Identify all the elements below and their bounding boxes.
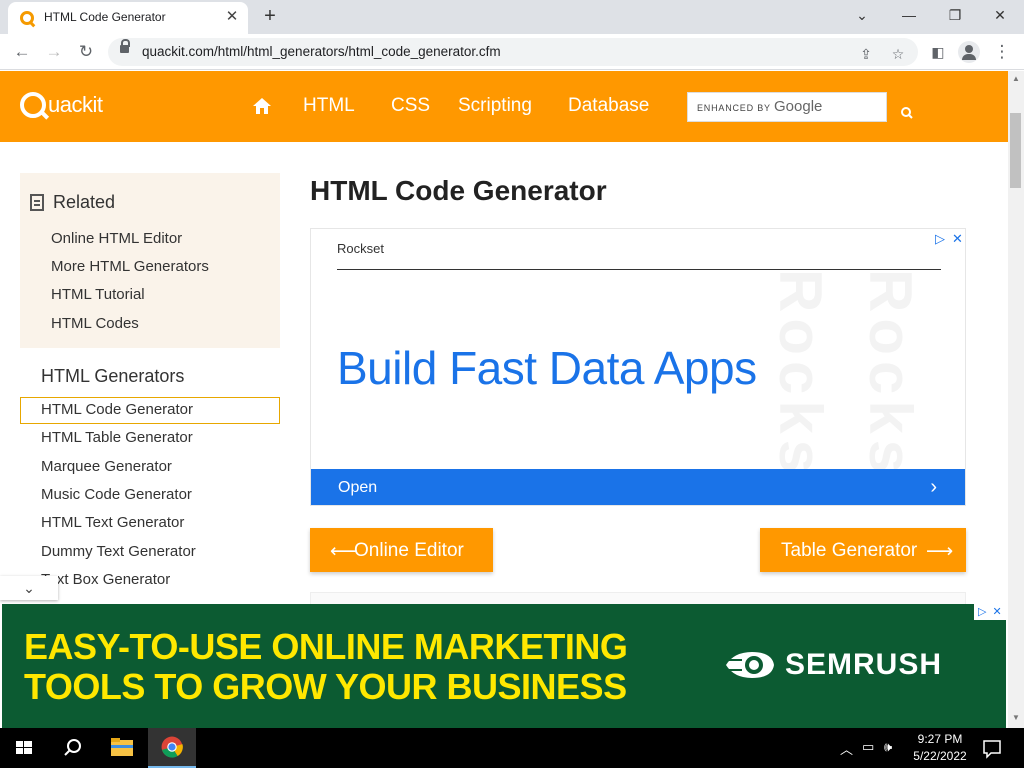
tab-search-button[interactable]: ⌄ (840, 4, 884, 26)
notification-icon[interactable] (978, 736, 1006, 760)
nav-database[interactable]: Database (568, 95, 649, 117)
generators-heading: HTML Generators (41, 366, 185, 386)
chrome-taskbar-icon[interactable] (148, 728, 196, 768)
related-link[interactable]: More HTML Generators (51, 258, 209, 275)
url-text[interactable]: quackit.com/html/html_generators/html_co… (142, 44, 501, 59)
nav-html[interactable]: HTML (303, 95, 355, 117)
logo-text: uackit (48, 92, 103, 117)
google-search-input[interactable]: ENHANCED BY Google (687, 92, 887, 122)
prev-page-button[interactable]: ⟵ Online Editor (310, 528, 493, 572)
related-box: Related Online HTML Editor More HTML Gen… (20, 173, 280, 348)
forward-arrow-icon[interactable]: → (42, 40, 66, 64)
generator-link[interactable]: Text Box Generator (41, 571, 170, 588)
clock-date: 5/22/2022 (913, 749, 967, 763)
side-panel-icon[interactable]: ◧ (926, 40, 950, 64)
adchoices-close-icon[interactable]: ▷ ✕ (974, 604, 1006, 620)
related-heading: Related (53, 192, 116, 212)
ad-open-button[interactable]: Open › (311, 469, 965, 505)
restore-button[interactable]: ❐ (933, 4, 977, 26)
content-panel-top (310, 592, 966, 604)
scroll-thumb[interactable] (1010, 113, 1021, 188)
ad-close-icon[interactable]: ✕ (952, 231, 963, 247)
nav-scripting[interactable]: Scripting (458, 95, 532, 117)
site-header: uackit HTML CSS Scripting Database ENHAN… (0, 71, 1008, 142)
semrush-ad[interactable]: EASY-TO-USE ONLINE MARKETING TOOLS TO GR… (2, 604, 1006, 728)
nav-css[interactable]: CSS (391, 95, 430, 117)
menu-dots-icon[interactable]: ⋮ (990, 40, 1014, 64)
screen: HTML Code Generator ✕ + ⌄ — ❐ ✕ ← → ↻ qu… (0, 0, 1024, 768)
arrow-right-icon: ⟶ (926, 541, 954, 562)
semrush-flame-icon (724, 652, 774, 678)
new-tab-button[interactable]: + (258, 5, 282, 29)
clock-time: 9:27 PM (917, 732, 963, 746)
related-link[interactable]: HTML Tutorial (51, 286, 145, 303)
next-button-label: Table Generator (781, 540, 918, 561)
tab-close-icon[interactable]: ✕ (224, 9, 240, 25)
search-icon[interactable] (48, 728, 96, 768)
ad-line-1: EASY-TO-USE ONLINE MARKETING (24, 626, 628, 667)
file-explorer-icon[interactable] (98, 728, 146, 768)
windows-taskbar: ︿ ▭ 🕪 9:27 PM 5/22/2022 (0, 728, 1024, 768)
generator-link[interactable]: Music Code Generator (41, 486, 192, 503)
ad-divider (337, 269, 941, 270)
google-wordmark: Google (774, 98, 823, 115)
chevron-right-icon: › (930, 476, 937, 498)
chevron-down-icon[interactable]: ⌄ (0, 576, 58, 600)
ad-headline[interactable]: Build Fast Data Apps (337, 341, 757, 395)
scroll-down-arrow-icon[interactable]: ▼ (1008, 712, 1024, 724)
quackit-favicon-icon (20, 11, 34, 25)
reload-icon[interactable]: ↻ (74, 40, 98, 64)
share-icon[interactable]: ⇪ (856, 44, 876, 64)
address-bar[interactable]: quackit.com/html/html_generators/html_co… (108, 38, 918, 66)
ad-open-label: Open (338, 479, 378, 496)
ad-brand: SEMRUSH (785, 648, 943, 681)
home-icon[interactable] (252, 96, 272, 116)
back-arrow-icon[interactable]: ← (10, 40, 34, 64)
page-scrollbar[interactable]: ▲ ▼ (1008, 71, 1024, 728)
generator-link-active[interactable]: HTML Code Generator (41, 401, 193, 418)
related-link[interactable]: HTML Codes (51, 315, 139, 332)
generator-link[interactable]: HTML Text Generator (41, 514, 184, 531)
network-icon[interactable]: ▭ (862, 739, 874, 755)
prev-button-label: Online Editor (354, 540, 464, 561)
page-title: HTML Code Generator (310, 175, 607, 206)
lock-icon (120, 39, 130, 53)
adchoices-icon[interactable]: ▷ (935, 231, 945, 247)
related-link[interactable]: Online HTML Editor (51, 230, 182, 247)
generator-link[interactable]: Marquee Generator (41, 458, 172, 475)
volume-icon[interactable]: 🕪 (884, 739, 892, 755)
minimize-button[interactable]: — (887, 4, 931, 26)
profile-avatar-icon[interactable] (958, 41, 980, 63)
tab-strip: HTML Code Generator ✕ + ⌄ — ❐ ✕ (0, 0, 1024, 34)
ad-advertiser: Rockset (337, 241, 384, 256)
scroll-up-arrow-icon[interactable]: ▲ (1008, 73, 1024, 85)
search-icon[interactable] (894, 101, 920, 127)
ad-line-2: TOOLS TO GROW YOUR BUSINESS (24, 666, 627, 707)
browser-tab[interactable]: HTML Code Generator ✕ (8, 2, 248, 34)
rockset-ad[interactable]: ▷ ✕ Rockset Rockset Rockset Build Fast D… (310, 228, 966, 506)
document-icon (30, 194, 44, 211)
taskbar-clock[interactable]: 9:27 PM 5/22/2022 (905, 731, 975, 765)
window-close-button[interactable]: ✕ (978, 4, 1022, 26)
windows-start-icon[interactable] (0, 728, 48, 768)
tray-chevron-up-icon[interactable]: ︿ (840, 739, 853, 758)
generator-link[interactable]: HTML Table Generator (41, 429, 193, 446)
browser-toolbar: ← → ↻ quackit.com/html/html_generators/h… (0, 34, 1024, 70)
logo-q-icon (20, 92, 46, 118)
next-page-button[interactable]: Table Generator ⟶ (760, 528, 966, 572)
tab-title: HTML Code Generator (44, 10, 166, 24)
generator-link[interactable]: Dummy Text Generator (41, 543, 196, 560)
bookmark-star-icon[interactable]: ☆ (888, 44, 908, 64)
search-enhanced-label: ENHANCED BY (697, 103, 771, 113)
